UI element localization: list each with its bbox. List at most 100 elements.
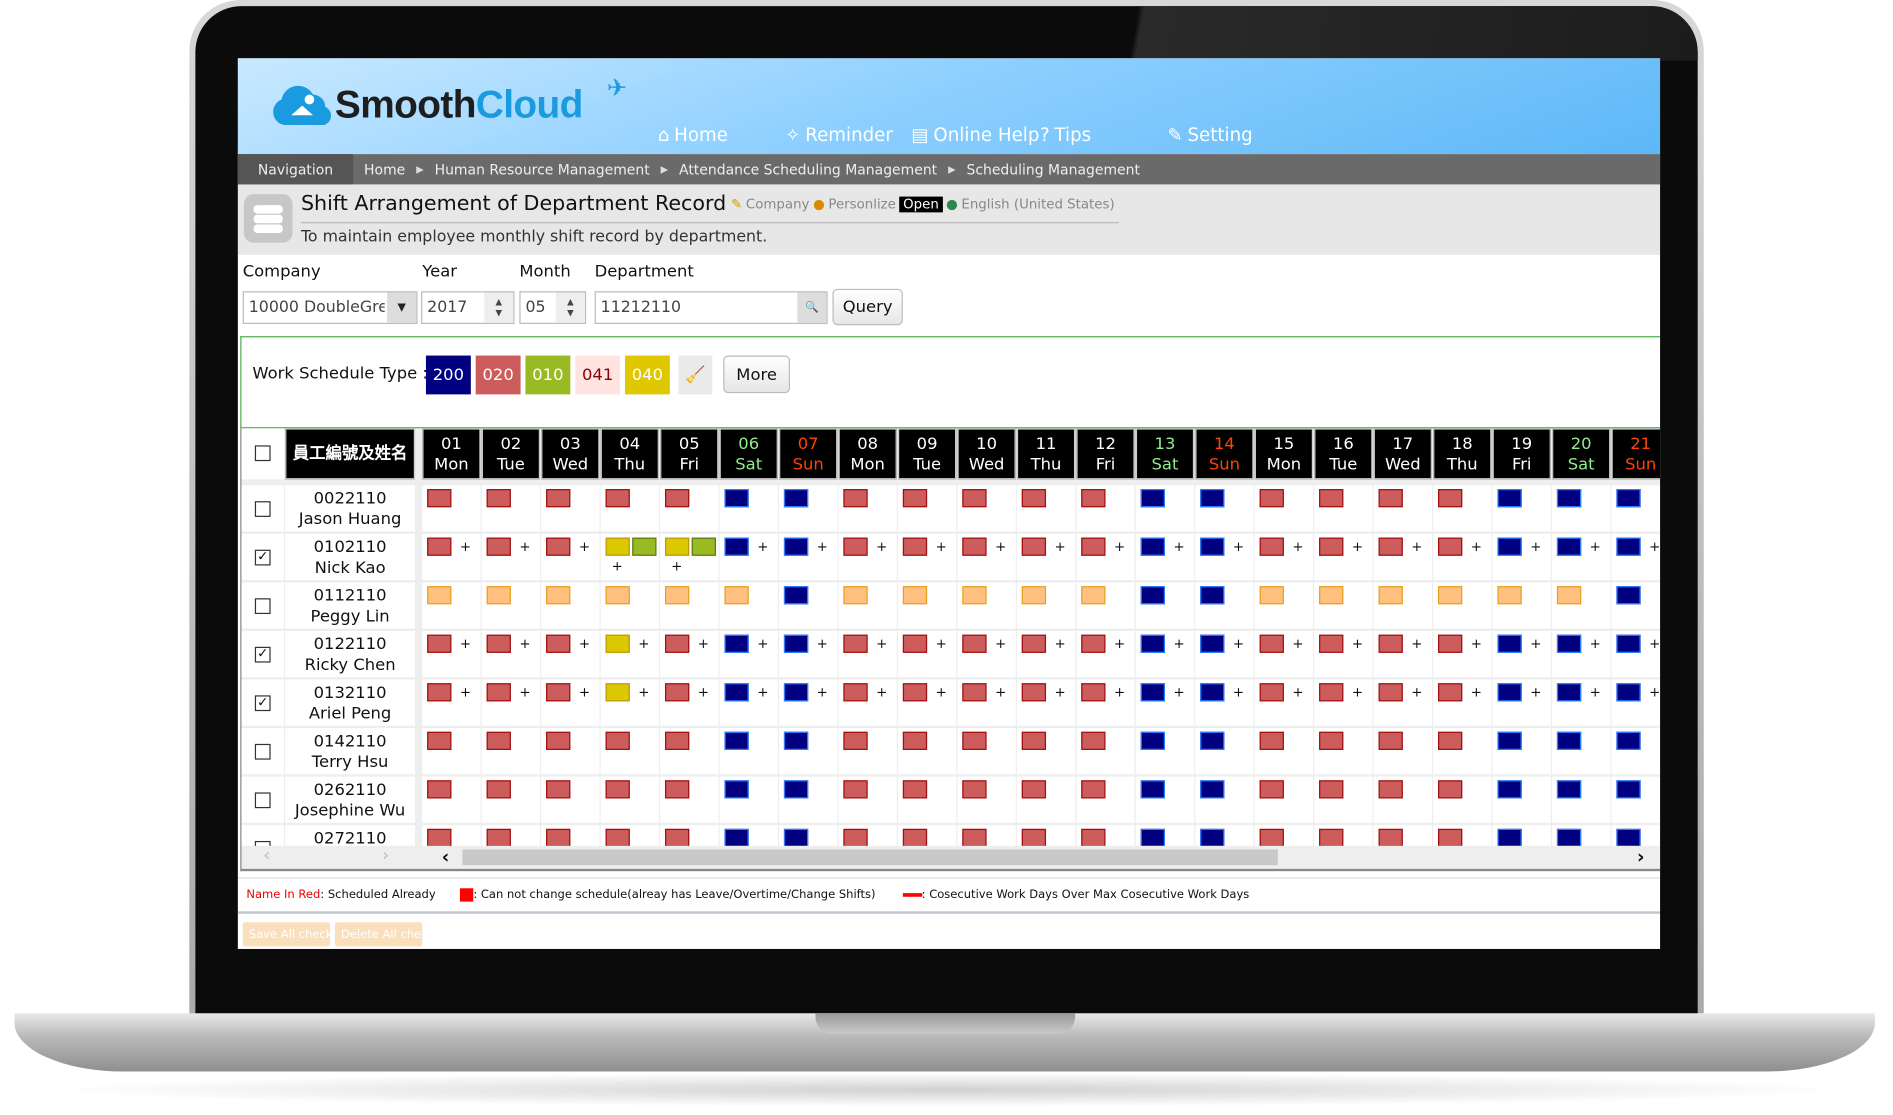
shift-cell[interactable]: + <box>957 533 1016 581</box>
breadcrumb-hr[interactable]: Human Resource Management <box>435 161 650 178</box>
shift-cell[interactable]: + <box>660 533 719 581</box>
year-stepper[interactable]: 2017 ▲ ▼ <box>421 291 515 325</box>
shift-cell[interactable]: + <box>1135 533 1195 581</box>
shift-cell[interactable] <box>1373 485 1432 532</box>
shift-cell[interactable] <box>1016 485 1076 532</box>
nav-online-help[interactable]: ▤ Online Help <box>911 124 1039 146</box>
shift-cell[interactable] <box>897 728 957 775</box>
shift-cell[interactable] <box>1076 728 1135 775</box>
add-shift-icon[interactable]: + <box>757 539 768 555</box>
add-shift-icon[interactable]: + <box>1114 636 1125 652</box>
add-shift-icon[interactable]: + <box>1055 684 1066 700</box>
shift-cell[interactable]: + <box>1135 679 1195 726</box>
shift-cell[interactable] <box>660 582 719 629</box>
add-shift-icon[interactable]: + <box>1530 539 1541 555</box>
schedule-type-010[interactable]: 010 <box>525 355 571 395</box>
shift-cell[interactable] <box>1552 582 1611 629</box>
shift-cell[interactable] <box>1373 728 1432 775</box>
chevron-down-icon[interactable]: ▼ <box>387 292 417 323</box>
add-shift-icon[interactable]: + <box>1590 636 1601 652</box>
add-shift-icon[interactable]: + <box>579 539 590 555</box>
broom-icon[interactable]: 🧹 <box>678 355 713 395</box>
shift-cell[interactable] <box>1076 776 1135 823</box>
shift-cell[interactable] <box>1492 582 1551 629</box>
query-button[interactable]: Query <box>832 288 903 326</box>
shift-cell[interactable] <box>779 728 838 775</box>
shift-cell[interactable]: + <box>1552 679 1611 726</box>
nav-home[interactable]: ⌂ Home <box>658 124 728 146</box>
shift-cell[interactable] <box>1552 728 1611 775</box>
add-shift-icon[interactable]: + <box>1173 684 1184 700</box>
row-checkbox[interactable]: ✓ <box>254 549 271 566</box>
shift-cell[interactable]: + <box>541 631 600 678</box>
shift-cell[interactable] <box>1135 776 1195 823</box>
add-shift-icon[interactable]: + <box>1233 539 1244 555</box>
shift-cell[interactable]: + <box>481 533 541 581</box>
shift-cell[interactable]: + <box>1254 631 1314 678</box>
shift-cell[interactable]: + <box>1433 679 1492 726</box>
scrollbar-thumb[interactable] <box>462 849 1278 866</box>
row-checkbox[interactable] <box>254 501 271 517</box>
row-checkbox[interactable]: ✓ <box>254 695 271 712</box>
shift-cell[interactable] <box>1611 485 1661 532</box>
add-shift-icon[interactable]: + <box>1471 684 1482 700</box>
shift-cell[interactable] <box>481 485 541 532</box>
shift-cell[interactable] <box>779 582 838 629</box>
shift-cell[interactable] <box>1433 485 1492 532</box>
schedule-type-200[interactable]: 200 <box>425 355 471 395</box>
shift-cell[interactable] <box>422 728 481 775</box>
shift-cell[interactable] <box>541 728 600 775</box>
add-shift-icon[interactable]: + <box>460 636 471 652</box>
shift-cell[interactable] <box>541 485 600 532</box>
month-stepper[interactable]: 05 ▲ ▼ <box>519 291 587 325</box>
shift-cell[interactable] <box>1492 728 1551 775</box>
add-shift-icon[interactable]: + <box>1292 539 1303 555</box>
shift-cell[interactable] <box>838 776 897 823</box>
shift-cell[interactable] <box>422 776 481 823</box>
schedule-type-040[interactable]: 040 <box>624 355 670 395</box>
shift-cell[interactable] <box>600 485 659 532</box>
shift-cell[interactable] <box>838 485 897 532</box>
shift-cell[interactable] <box>957 485 1016 532</box>
add-shift-icon[interactable]: + <box>519 636 530 652</box>
shift-cell[interactable] <box>600 582 659 629</box>
add-shift-icon[interactable]: + <box>995 636 1006 652</box>
shift-cell[interactable] <box>1016 776 1076 823</box>
shift-cell[interactable] <box>1433 776 1492 823</box>
add-shift-icon[interactable]: + <box>757 636 768 652</box>
breadcrumb-home[interactable]: Home <box>364 161 405 178</box>
shift-cell[interactable]: + <box>1254 533 1314 581</box>
shift-cell[interactable] <box>838 582 897 629</box>
shift-cell[interactable]: + <box>481 631 541 678</box>
shift-cell[interactable] <box>779 485 838 532</box>
shift-cell[interactable] <box>1254 776 1314 823</box>
schedule-type-020[interactable]: 020 <box>475 355 521 395</box>
breadcrumb-attendance[interactable]: Attendance Scheduling Management <box>679 161 937 178</box>
employee-cell[interactable]: 0142110 Terry Hsu <box>285 728 416 775</box>
shift-cell[interactable] <box>838 728 897 775</box>
scroll-right-icon[interactable]: › <box>1637 846 1645 868</box>
add-shift-icon[interactable]: + <box>671 558 682 574</box>
add-shift-icon[interactable]: + <box>876 684 887 700</box>
add-shift-icon[interactable]: + <box>1292 636 1303 652</box>
add-shift-icon[interactable]: + <box>1173 539 1184 555</box>
add-shift-icon[interactable]: + <box>1530 684 1541 700</box>
employee-cell[interactable]: 0132110 Ariel Peng <box>285 679 416 726</box>
more-button[interactable]: More <box>723 355 790 394</box>
shift-cell[interactable]: + <box>1016 679 1076 726</box>
add-shift-icon[interactable]: + <box>1055 636 1066 652</box>
shift-cell[interactable]: + <box>1492 533 1551 581</box>
row-checkbox[interactable] <box>254 598 271 615</box>
shift-cell[interactable] <box>1254 582 1314 629</box>
shift-cell[interactable] <box>897 485 957 532</box>
shift-cell[interactable] <box>1373 582 1432 629</box>
employee-cell[interactable]: 0022110 Jason Huang <box>285 485 416 532</box>
shift-cell[interactable]: + <box>600 679 659 726</box>
shift-cell[interactable] <box>600 776 659 823</box>
add-shift-icon[interactable]: + <box>995 539 1006 555</box>
shift-cell[interactable] <box>1076 582 1135 629</box>
shift-cell[interactable] <box>1135 485 1195 532</box>
add-shift-icon[interactable]: + <box>1173 636 1184 652</box>
shift-cell[interactable] <box>1314 776 1373 823</box>
shift-cell[interactable]: + <box>660 631 719 678</box>
